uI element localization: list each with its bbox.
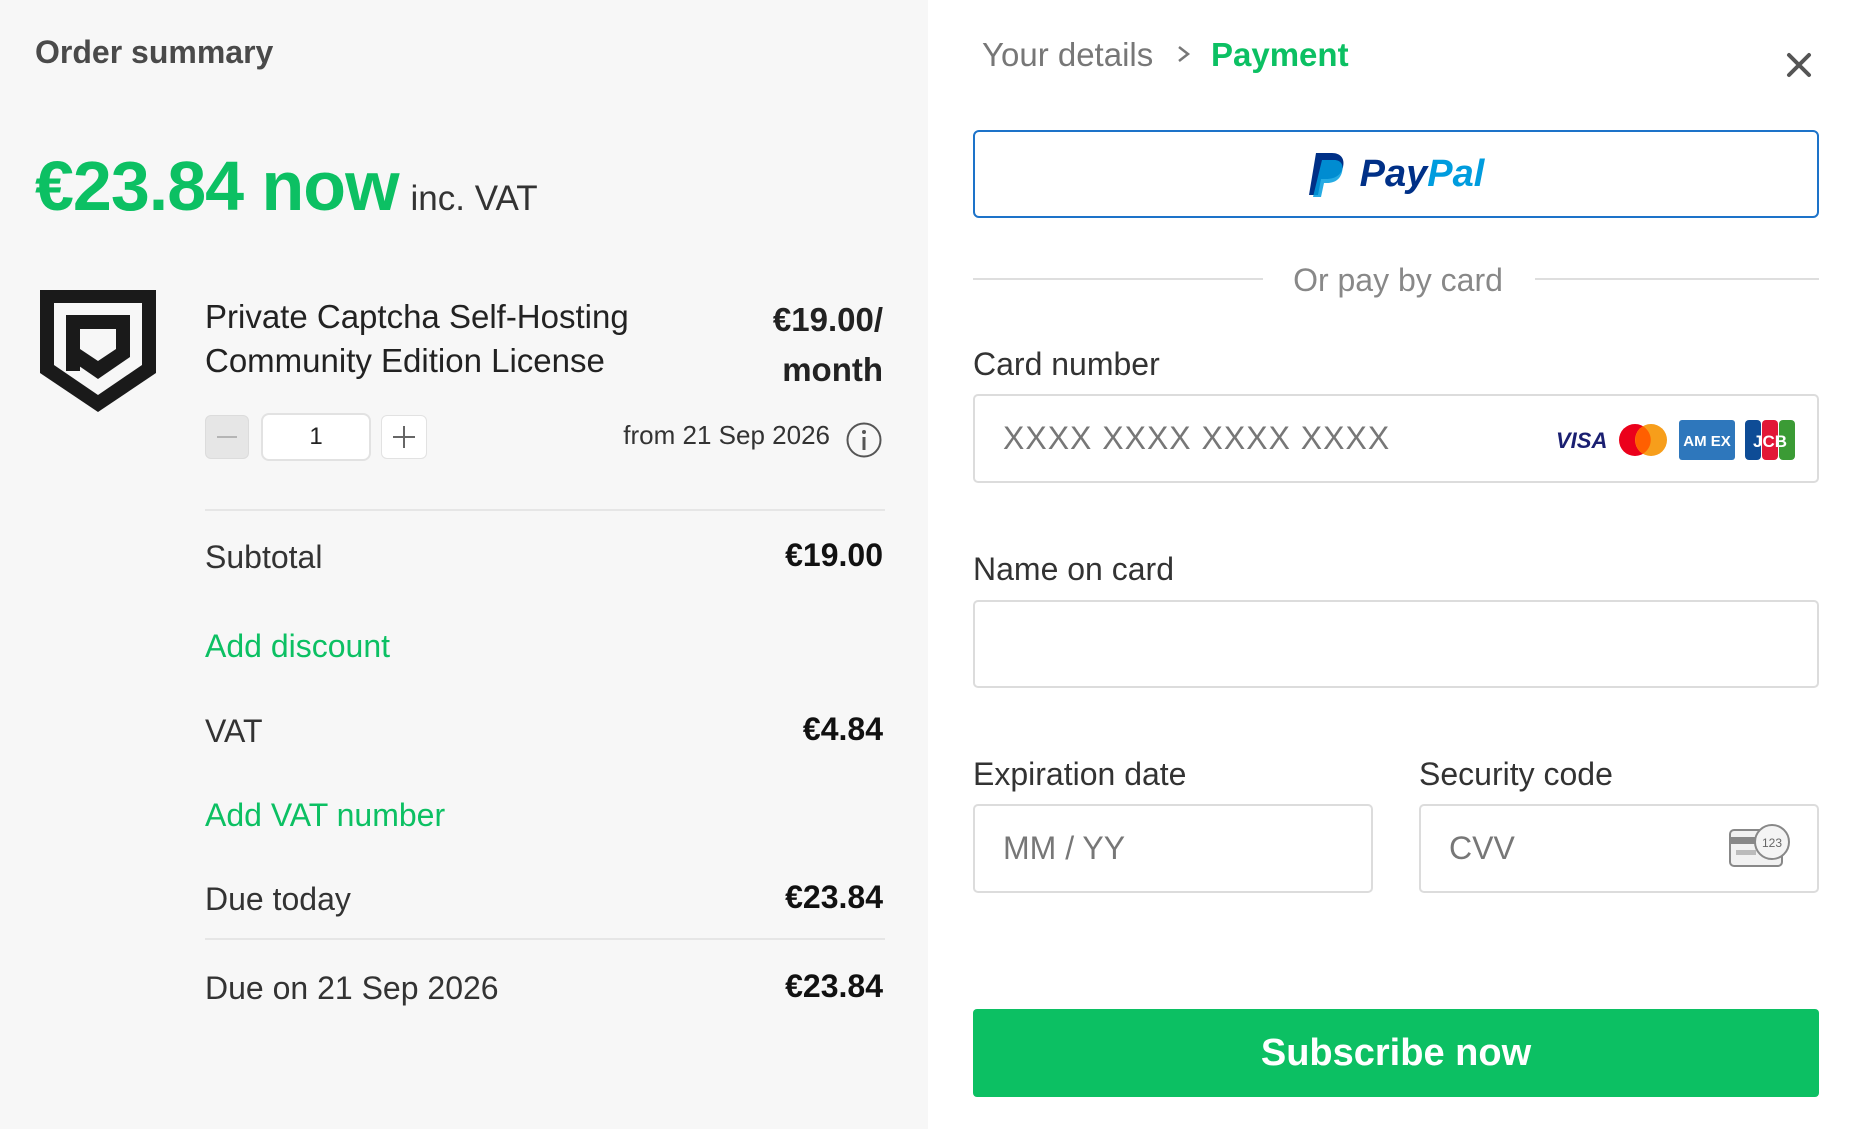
price-now: €23.84 now	[35, 147, 400, 225]
plus-icon	[393, 426, 415, 448]
add-discount-link[interactable]: Add discount	[205, 628, 390, 665]
divider-line	[973, 278, 1263, 280]
minus-icon	[217, 436, 237, 438]
price-vat-note: inc. VAT	[410, 179, 538, 218]
breadcrumb-your-details[interactable]: Your details	[982, 36, 1153, 74]
amex-icon: AM EX	[1679, 420, 1735, 460]
card-number-label: Card number	[973, 346, 1160, 382]
order-summary-title: Order summary	[35, 34, 274, 70]
name-on-card-input[interactable]	[973, 600, 1819, 688]
quantity-input[interactable]: 1	[261, 413, 371, 461]
name-on-card-label: Name on card	[973, 551, 1174, 587]
vat-value: €4.84	[802, 711, 883, 747]
price-headline: €23.84 now inc. VAT	[35, 146, 538, 226]
paypal-word-pal: Pal	[1427, 152, 1485, 195]
divider-line	[1535, 278, 1819, 280]
vat-label: VAT	[205, 713, 263, 749]
summary-divider	[205, 509, 885, 511]
add-vat-number-link[interactable]: Add VAT number	[205, 797, 445, 834]
amex-icon-text: AM EX	[1683, 433, 1731, 450]
subtotal-label: Subtotal	[205, 539, 323, 575]
or-pay-by-card: Or pay by card	[1293, 262, 1503, 298]
product-price-amount: €19.00/	[772, 301, 883, 338]
cvv-icon-text: 123	[1762, 836, 1782, 850]
product-name-line2: Community Edition License	[205, 342, 605, 379]
paypal-word-pay: Pay	[1359, 152, 1428, 195]
order-summary-panel: Order summary €23.84 now inc. VAT Private…	[0, 0, 928, 1129]
product-price-period: month	[782, 351, 883, 388]
info-icon[interactable]	[845, 421, 883, 459]
chevron-right-icon	[1178, 46, 1191, 62]
paypal-icon	[1308, 153, 1344, 197]
jcb-icon: JCB	[1745, 420, 1795, 460]
visa-icon: VISA	[1556, 428, 1607, 453]
card-brand-logos: VISA AM EX JCB	[1555, 418, 1795, 462]
expiration-date-label: Expiration date	[973, 756, 1187, 792]
quantity-decrease-button[interactable]	[205, 415, 249, 459]
subscribe-now-button[interactable]: Subscribe now	[973, 1009, 1819, 1097]
visa-icon-text: VISA	[1556, 428, 1607, 453]
breadcrumb-payment: Payment	[1211, 36, 1349, 73]
due-later-value: €23.84	[785, 968, 883, 1004]
due-today-value: €23.84	[785, 879, 883, 915]
jcb-icon-text: JCB	[1753, 432, 1787, 451]
subscription-start-date: from 21 Sep 2026	[623, 420, 830, 450]
paypal-button[interactable]: Pay Pal	[973, 130, 1819, 218]
expiration-date-input[interactable]: MM / YY	[973, 804, 1373, 893]
subtotal-value: €19.00	[785, 537, 883, 573]
shield-logo-icon	[40, 290, 156, 412]
cvv-card-icon: 123	[1729, 824, 1790, 867]
quantity-increase-button[interactable]	[381, 415, 427, 459]
product-name: Private Captcha Self-Hosting Community E…	[205, 295, 665, 383]
mastercard-icon	[1619, 424, 1667, 456]
security-code-label: Security code	[1419, 756, 1613, 792]
due-later-label: Due on 21 Sep 2026	[205, 970, 499, 1006]
close-icon[interactable]	[1783, 49, 1815, 81]
summary-divider	[205, 938, 885, 940]
product-price: €19.00/ month	[720, 295, 883, 395]
product-name-line1: Private Captcha Self-Hosting	[205, 298, 629, 335]
due-today-label: Due today	[205, 881, 351, 917]
